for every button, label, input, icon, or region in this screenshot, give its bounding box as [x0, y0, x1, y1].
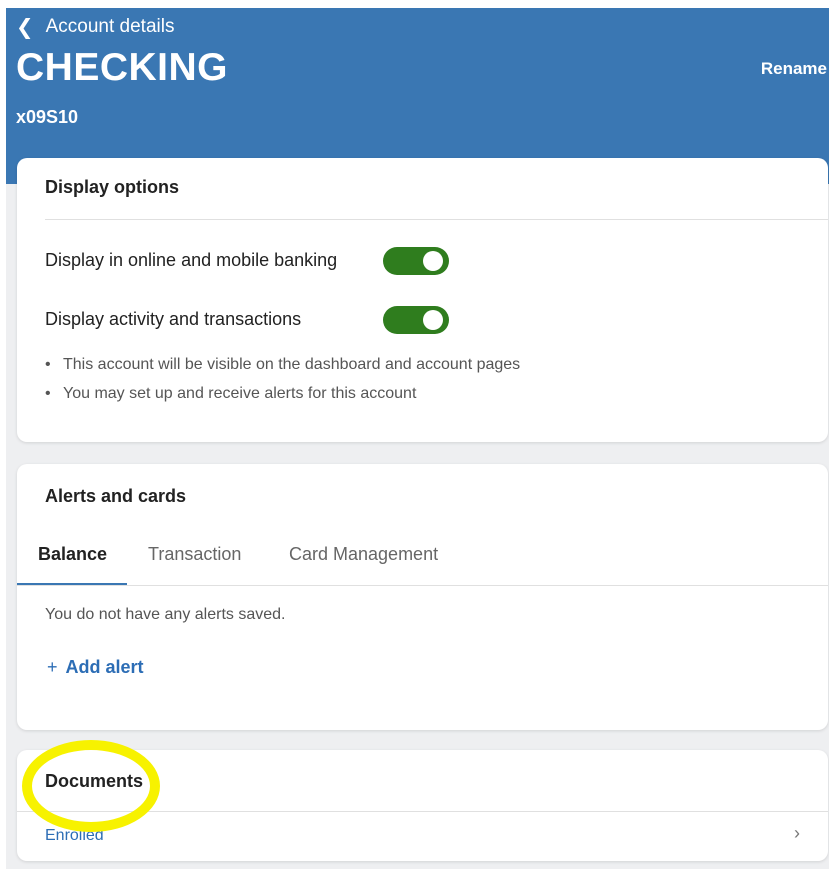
page-title: CHECKING	[16, 46, 229, 89]
rename-button[interactable]: Rename	[761, 59, 827, 79]
add-alert-label: Add alert	[65, 657, 144, 677]
note-text: You may set up and receive alerts for th…	[63, 385, 417, 402]
chevron-right-icon: ›	[794, 823, 800, 843]
tab-transaction[interactable]: Transaction	[148, 544, 241, 565]
enrolled-status: Enrolled	[45, 827, 104, 844]
display-options-card: Display options Display in online and mo…	[17, 158, 828, 442]
documents-enrolled-row[interactable]: Enrolled ›	[17, 811, 828, 851]
toggle-knob	[423, 251, 443, 271]
bullet-icon: •	[45, 385, 51, 402]
toggle-label-activity: Display activity and transactions	[45, 309, 302, 329]
toggle-label-online-banking: Display in online and mobile banking	[45, 250, 338, 270]
note-item: • This account will be visible on the das…	[45, 356, 520, 374]
documents-title: Documents	[45, 771, 144, 791]
display-options-title: Display options	[45, 177, 180, 197]
tab-balance[interactable]: Balance	[38, 544, 107, 565]
alerts-title: Alerts and cards	[45, 486, 187, 506]
back-label: Account details	[45, 16, 175, 37]
note-item: • You may set up and receive alerts for t…	[45, 385, 416, 403]
note-text: This account will be visible on the dash…	[63, 356, 521, 373]
toggle-online-banking[interactable]	[383, 247, 449, 275]
back-button[interactable]: ❮ Account details	[16, 16, 174, 38]
documents-card: Documents Enrolled ›	[17, 750, 828, 861]
account-number: x09S10	[16, 107, 79, 127]
tabs-divider	[17, 585, 828, 586]
tab-card-management[interactable]: Card Management	[289, 544, 438, 565]
add-alert-button[interactable]: + Add alert	[47, 657, 144, 678]
divider	[45, 219, 828, 220]
empty-alerts-message: You do not have any alerts saved.	[45, 606, 286, 623]
plus-icon: +	[47, 657, 58, 677]
toggle-activity[interactable]	[383, 306, 449, 334]
alerts-card: Alerts and cards Balance Transaction Car…	[17, 464, 828, 730]
chevron-left-icon: ❮	[16, 15, 34, 39]
toggle-knob	[423, 310, 443, 330]
bullet-icon: •	[45, 356, 51, 373]
